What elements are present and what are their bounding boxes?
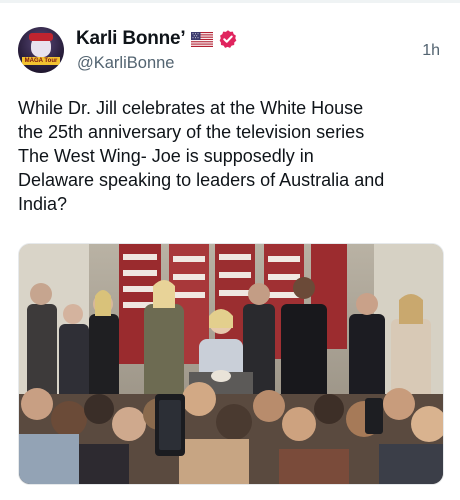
timestamp[interactable]: 1h	[422, 42, 440, 60]
tweet-text: While Dr. Jill celebrates at the White H…	[18, 98, 385, 214]
avatar-text: MAGA Tour	[24, 58, 58, 64]
tweet-photo[interactable]	[18, 243, 444, 485]
crowd	[19, 382, 443, 484]
avatar-hat	[29, 33, 53, 41]
author-handle[interactable]: @KarliBonne	[77, 54, 174, 73]
verified-badge-icon	[218, 29, 238, 49]
top-divider	[0, 0, 460, 3]
avatar[interactable]: MAGA Tour	[18, 27, 64, 73]
author-row: Karli Bonne’	[76, 26, 238, 52]
photo-scene	[19, 244, 443, 484]
us-flag-icon	[190, 31, 213, 47]
author-name[interactable]: Karli Bonne’	[76, 28, 186, 50]
